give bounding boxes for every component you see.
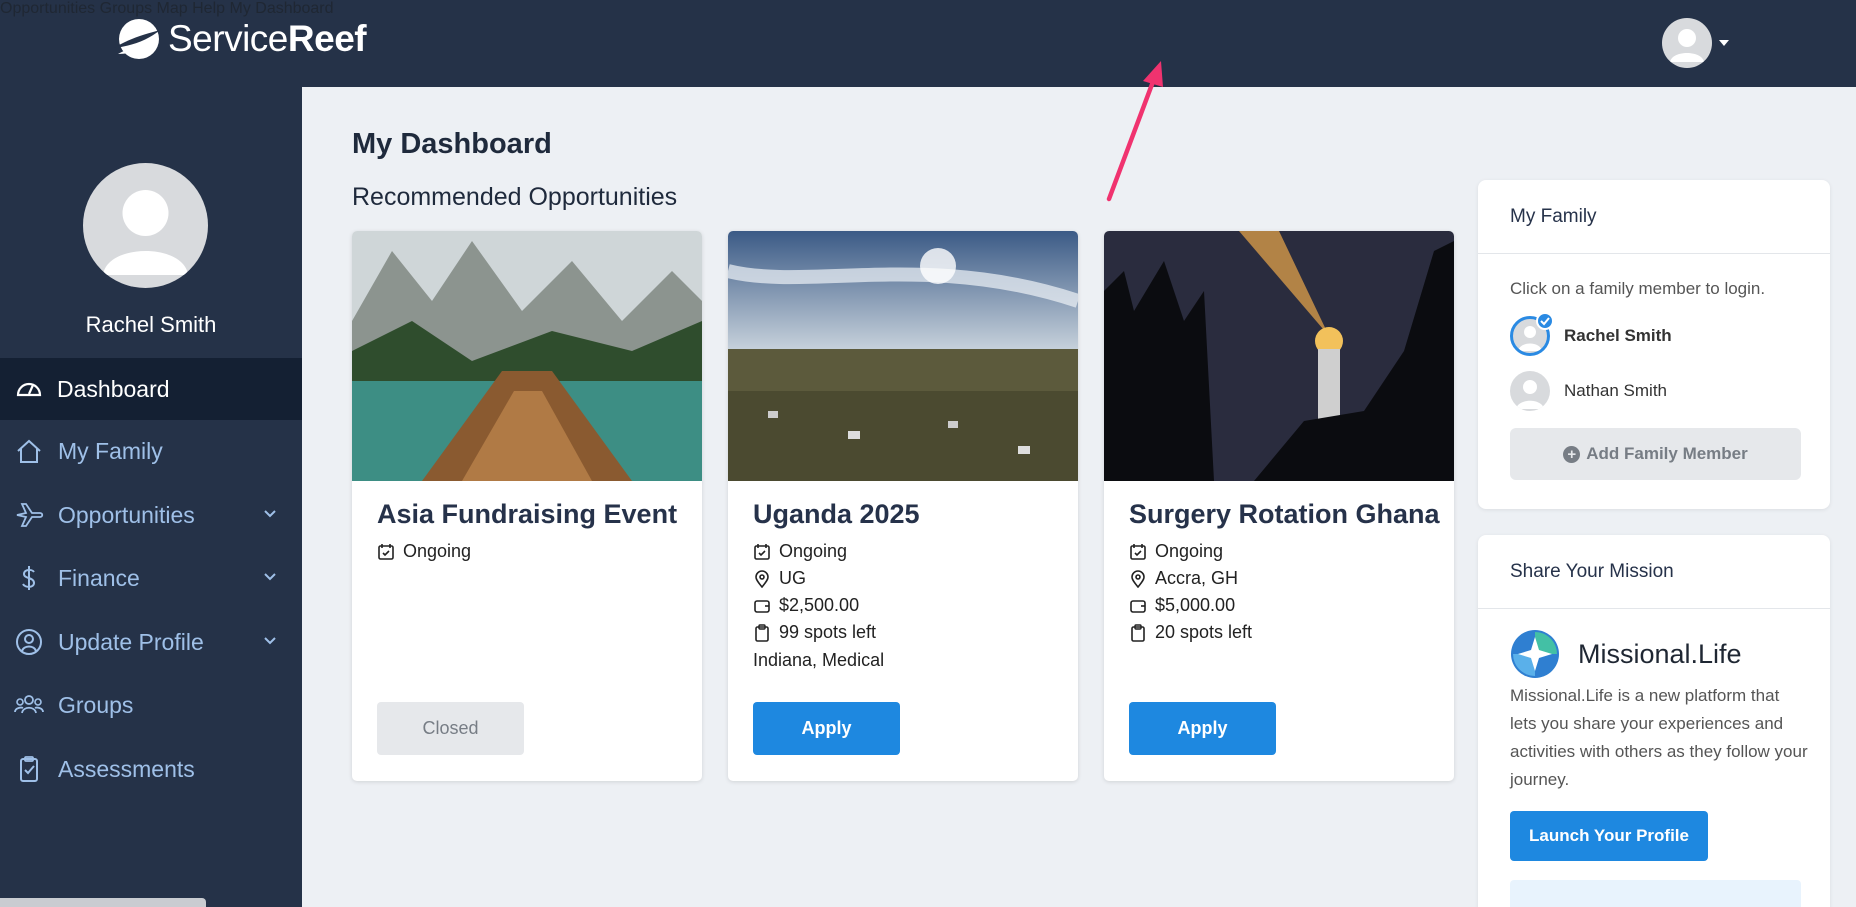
apply-button[interactable]: Apply: [753, 702, 900, 755]
wallet-icon: [754, 599, 770, 613]
user-silhouette-icon: [1670, 29, 1704, 62]
sidebar-item-update-profile[interactable]: Update Profile: [0, 611, 302, 673]
profile-avatar: [83, 163, 208, 288]
home-icon: [17, 439, 41, 463]
brand-logo[interactable]: ServiceReef: [112, 14, 367, 64]
dashboard-icon: [16, 382, 42, 397]
nav-opportunities[interactable]: Opportunities: [0, 0, 95, 17]
sidebar-item-dashboard[interactable]: Dashboard: [0, 358, 302, 420]
profile-name: Rachel Smith: [85, 312, 217, 337]
sidebar-item-label: Finance: [58, 564, 140, 591]
my-family-panel: My Family Click on a family member to lo…: [1478, 180, 1830, 509]
avatar: [1510, 371, 1550, 411]
sidebar-item-finance[interactable]: Finance: [0, 547, 302, 609]
avatar: [1510, 312, 1554, 356]
top-navbar: ServiceReef Opportunities Groups Map Hel…: [0, 0, 1856, 87]
clipboard-icon: [1131, 623, 1145, 642]
plane-icon: [16, 503, 44, 527]
info-box: [1510, 880, 1801, 907]
opportunity-card[interactable]: Uganda 2025 Ongoing UG $2,500.00 99 spot…: [728, 231, 1078, 781]
card-spots: 20 spots left: [1129, 622, 1252, 643]
card-title: Asia Fundraising Event: [377, 499, 678, 529]
user-menu-caret-icon[interactable]: [1719, 40, 1729, 46]
card-image-mountain-lake: [352, 231, 702, 481]
sidebar-item-opportunities[interactable]: Opportunities: [0, 484, 302, 546]
sidebar-item-groups[interactable]: Groups: [0, 674, 302, 736]
missional-life-title: Missional.Life: [1578, 638, 1742, 669]
card-image-lighthouse: [1104, 231, 1454, 481]
panel-title: My Family: [1478, 180, 1830, 254]
clipboard-check-icon: [20, 756, 38, 782]
page-title: My Dashboard: [352, 128, 552, 160]
sidebar-item-assessments[interactable]: Assessments: [0, 738, 302, 800]
family-note: Click on a family member to login.: [1510, 279, 1766, 298]
section-title: Recommended Opportunities: [352, 183, 678, 211]
missional-life-logo-icon: [1511, 630, 1559, 678]
sidebar-item-label: Assessments: [58, 755, 195, 782]
user-avatar[interactable]: [1662, 18, 1712, 68]
sidebar: Rachel Smith Dashboard My Family Opportu…: [0, 87, 302, 907]
sidebar-item-my-family[interactable]: My Family: [0, 420, 302, 482]
card-status: Ongoing: [753, 541, 847, 562]
dollar-icon: [22, 566, 36, 590]
card-cost: $5,000.00: [1129, 595, 1235, 616]
launch-profile-button[interactable]: Launch Your Profile: [1510, 811, 1708, 861]
sidebar-item-label: Groups: [58, 691, 134, 718]
user-circle-icon: [16, 629, 42, 655]
sidebar-item-label: Dashboard: [57, 375, 170, 402]
missional-life-description: Missional.Life is a new platform that le…: [1510, 686, 1808, 789]
chevron-down-icon: [264, 573, 276, 581]
chevron-down-icon: [264, 510, 276, 518]
selected-check-icon: [1536, 312, 1554, 330]
missional-life-header: Missional.Life: [1510, 629, 1742, 679]
user-silhouette-icon: [1516, 380, 1544, 409]
card-spots: 99 spots left: [753, 622, 876, 643]
add-family-member-button[interactable]: + Add Family Member: [1510, 428, 1801, 480]
brand-name: ServiceReef: [168, 18, 367, 59]
user-silhouette-icon: [103, 190, 188, 275]
card-status: Ongoing: [377, 541, 471, 562]
card-cost: $2,500.00: [753, 595, 859, 616]
panel-title: Share Your Mission: [1478, 535, 1830, 609]
annotation-arrow-icon: [1106, 61, 1163, 202]
family-member-name: Nathan Smith: [1564, 381, 1667, 400]
opportunity-card[interactable]: Asia Fundraising Event Ongoing Closed: [352, 231, 702, 781]
family-member-name: Rachel Smith: [1564, 326, 1672, 345]
sidebar-item-label: Opportunities: [58, 501, 195, 528]
apply-button[interactable]: Apply: [1129, 702, 1276, 755]
map-pin-icon: [755, 569, 769, 588]
calendar-check-icon: [1130, 543, 1146, 560]
family-member-nathan[interactable]: Nathan Smith: [1510, 371, 1667, 411]
card-location: Accra, GH: [1129, 568, 1238, 589]
card-title: Uganda 2025: [753, 499, 920, 529]
users-icon: [14, 695, 44, 714]
share-mission-panel: Share Your Mission Missional.Life Missio…: [1478, 535, 1830, 907]
calendar-check-icon: [754, 543, 770, 560]
servicereef-logo-icon: [114, 19, 160, 59]
card-image-town-aerial: [728, 231, 1078, 481]
family-member-rachel[interactable]: Rachel Smith: [1510, 312, 1672, 356]
clipboard-icon: [755, 623, 769, 642]
calendar-check-icon: [378, 543, 394, 560]
sidebar-item-label: Update Profile: [58, 628, 204, 655]
sidebar-item-label: My Family: [58, 437, 163, 464]
card-status: Ongoing: [1129, 541, 1223, 562]
map-pin-icon: [1131, 569, 1145, 588]
opportunity-card[interactable]: Surgery Rotation Ghana Ongoing Accra, GH…: [1104, 231, 1454, 781]
wallet-icon: [1130, 599, 1146, 613]
plus-circle-icon: +: [1563, 445, 1581, 463]
horizontal-scrollbar[interactable]: [0, 898, 206, 907]
card-tags: Indiana, Medical: [753, 650, 885, 670]
card-location: UG: [753, 568, 806, 589]
card-title: Surgery Rotation Ghana: [1129, 499, 1440, 529]
chevron-down-icon: [264, 637, 276, 645]
closed-button[interactable]: Closed: [377, 702, 524, 755]
